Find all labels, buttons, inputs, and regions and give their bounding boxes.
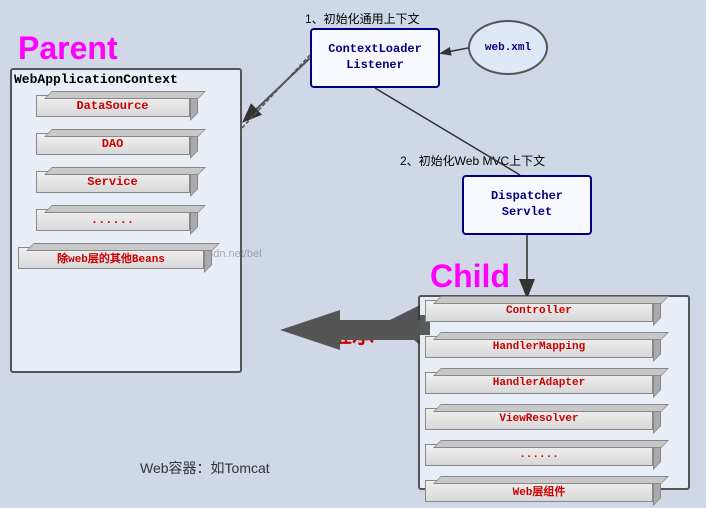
stack-dao: DAO bbox=[36, 133, 196, 161]
stack-datasource-top bbox=[44, 91, 206, 99]
stack-dao-top bbox=[44, 129, 206, 137]
inherit-label: 继承 bbox=[330, 318, 374, 350]
ds-box: DispatcherServlet bbox=[462, 175, 592, 235]
stack-service-top bbox=[44, 167, 206, 175]
ds-label: DispatcherServlet bbox=[491, 189, 563, 220]
webxml-box: web.xml bbox=[468, 20, 548, 75]
cll-box: ContextLoaderListener bbox=[310, 28, 440, 88]
stack-child-dots-top bbox=[433, 440, 669, 448]
stack-handlermapping: HandlerMapping bbox=[425, 336, 665, 364]
stack-datasource: DataSource bbox=[36, 95, 196, 123]
stack-child-dots: ...... bbox=[425, 444, 665, 472]
webcontainer-label: Web容器：如Tomcat bbox=[140, 458, 270, 478]
parent-label: Parent bbox=[18, 30, 118, 67]
stack-service: Service bbox=[36, 171, 196, 199]
stack-otherbeans-top bbox=[26, 243, 220, 251]
stack-controller-top bbox=[433, 296, 669, 304]
stack-dots-top bbox=[44, 205, 206, 213]
stack-viewresolver-top bbox=[433, 404, 669, 412]
webxml-label: web.xml bbox=[485, 42, 531, 54]
stack-handlermapping-top bbox=[433, 332, 669, 340]
stack-viewresolver: ViewResolver bbox=[425, 408, 665, 436]
stack-webcomponent: Web层组件 bbox=[425, 480, 665, 508]
child-label: Child bbox=[430, 258, 510, 295]
wac-title: WebApplicationContext bbox=[14, 72, 178, 87]
stack-webcomponent-top bbox=[433, 476, 669, 484]
cll-label: ContextLoaderListener bbox=[328, 42, 422, 73]
label-init2: 2、初始化Web MVC上下文 bbox=[400, 152, 545, 169]
label-init1: 1、初始化通用上下文 bbox=[305, 10, 420, 27]
stack-controller: Controller bbox=[425, 300, 665, 328]
stack-dots: ...... bbox=[36, 209, 196, 237]
stack-otherbeans: 除web层的其他Beans bbox=[18, 247, 213, 275]
child-stacks: Controller HandlerMapping HandlerAdapter… bbox=[425, 300, 665, 508]
parent-stacks: DataSource DAO Service ...... 除web层的其他Be… bbox=[18, 95, 213, 275]
stack-handleradapter-top bbox=[433, 368, 669, 376]
stack-handleradapter: HandlerAdapter bbox=[425, 372, 665, 400]
